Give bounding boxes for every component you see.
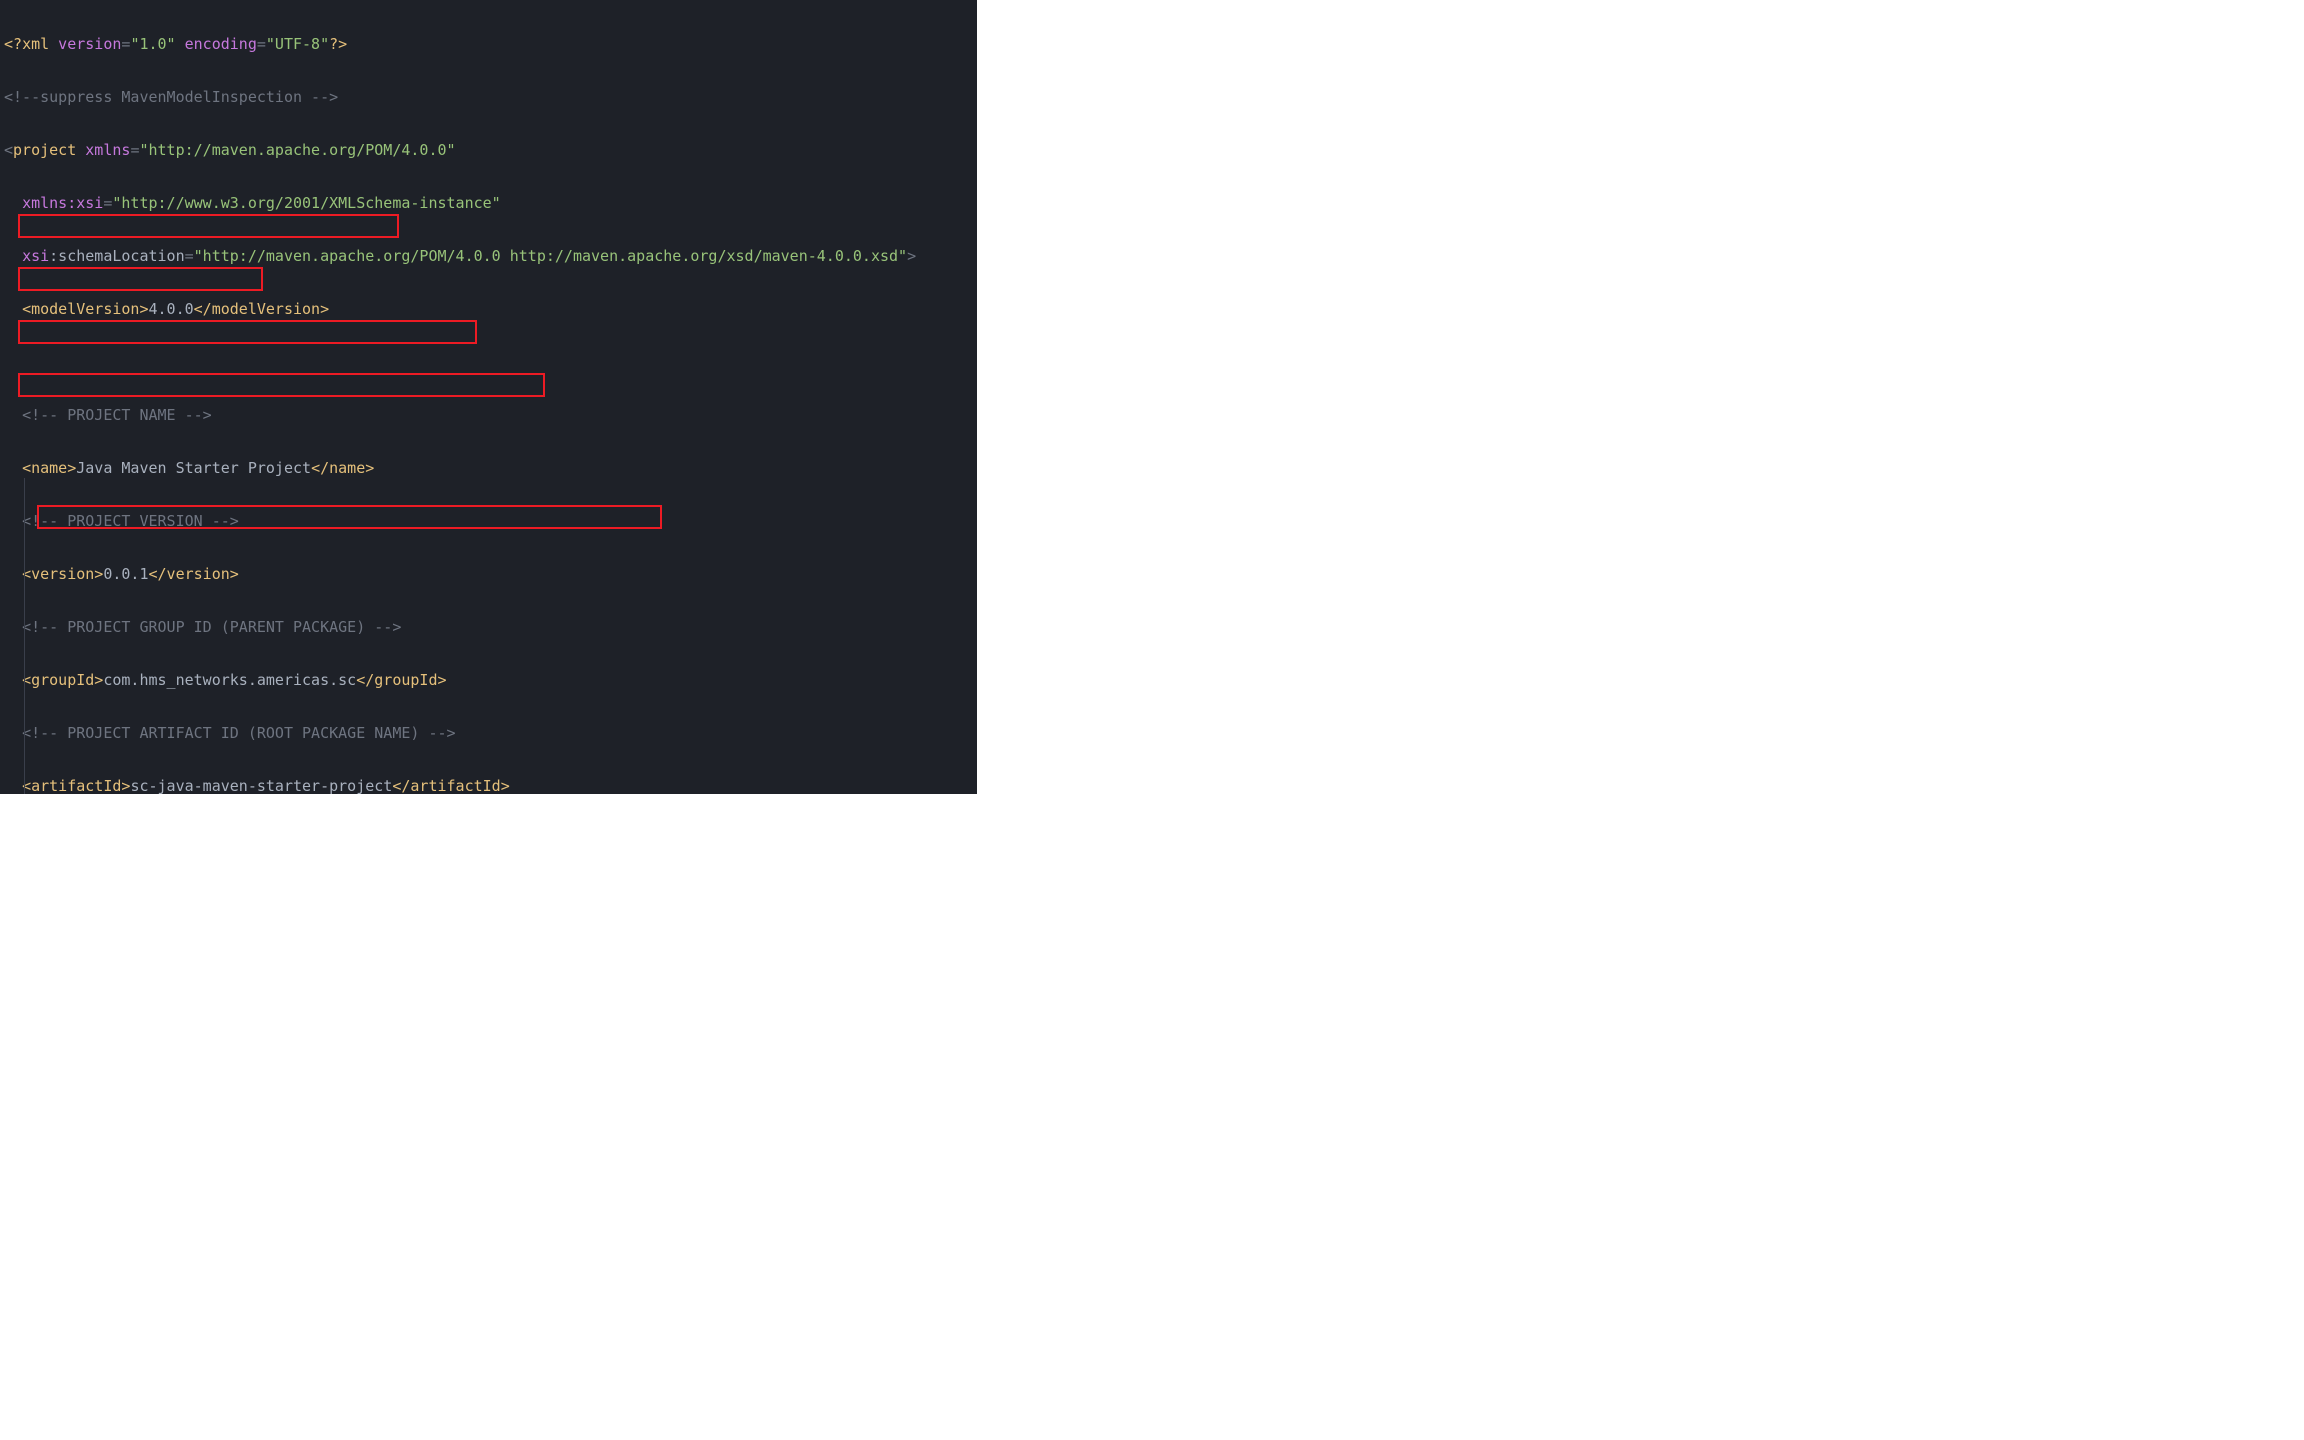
code-line: <!-- PROJECT ARTIFACT ID (ROOT PACKAGE N… <box>4 720 977 747</box>
code-line: <modelVersion>4.0.0</modelVersion> <box>4 296 977 323</box>
code-line: <groupId>com.hms_networks.americas.sc</g… <box>4 667 977 694</box>
code-line: <version>0.0.1</version> <box>4 561 977 588</box>
highlight-box-groupid <box>18 320 477 344</box>
code-editor: <?xml version="1.0" encoding="UTF-8"?> <… <box>0 0 977 794</box>
code-line <box>4 349 977 376</box>
highlight-box-version <box>18 267 263 291</box>
code-line: xsi:schemaLocation="http://maven.apache.… <box>4 243 977 270</box>
code-line: <name>Java Maven Starter Project</name> <box>4 455 977 482</box>
code-line: <!-- PROJECT VERSION --> <box>4 508 977 535</box>
highlight-box-artifactid <box>18 373 545 397</box>
code-line: <!-- PROJECT NAME --> <box>4 402 977 429</box>
code-line: <?xml version="1.0" encoding="UTF-8"?> <box>4 31 977 58</box>
code-line: <artifactId>sc-java-maven-starter-projec… <box>4 773 977 795</box>
highlight-box-name <box>18 214 399 238</box>
code-line: <!-- PROJECT GROUP ID (PARENT PACKAGE) -… <box>4 614 977 641</box>
code-line: <project xmlns="http://maven.apache.org/… <box>4 137 977 164</box>
code-line: <!--suppress MavenModelInspection --> <box>4 84 977 111</box>
indent-guide <box>24 478 25 794</box>
code-line: xmlns:xsi="http://www.w3.org/2001/XMLSch… <box>4 190 977 217</box>
